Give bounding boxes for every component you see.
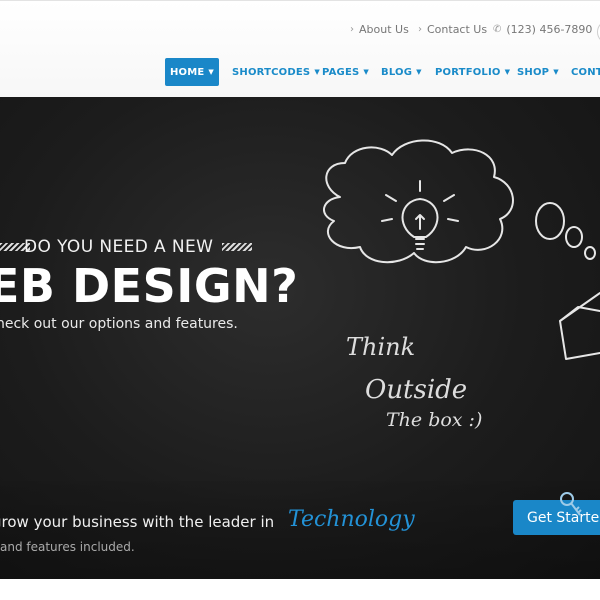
- thought-bubble-large: [535, 202, 565, 240]
- nav-label: HOME: [169, 66, 205, 78]
- cta-highlight: Technology: [288, 507, 415, 532]
- thought-bubble-medium: [565, 226, 583, 248]
- site-header: › About Us › Contact Us ✆ (123) 456-7890…: [0, 0, 600, 98]
- nav-label: SHORTCODES: [232, 66, 311, 78]
- hero-title-small-text: DO YOU NEED A NEW: [24, 237, 214, 257]
- nav-item-shortcodes[interactable]: SHORTCODES ▼: [232, 58, 320, 86]
- caret-down-icon: ▼: [504, 68, 511, 76]
- caret-down-icon: ▼: [416, 68, 422, 76]
- top-bar: › About Us › Contact Us ✆ (123) 456-7890: [340, 20, 600, 44]
- nav-label: PORTFOLIO: [435, 66, 501, 78]
- main-nav: HOME ▼ SHORTCODES ▼ PAGES ▼ BLOG ▼ PORTF…: [0, 58, 600, 86]
- caret-down-icon: ▼: [553, 68, 559, 76]
- nav-label: CONTA: [571, 66, 600, 78]
- cta-bar: grow your business with the leader in Te…: [0, 481, 600, 579]
- hero-subtitle: heck out our options and features.: [0, 316, 238, 332]
- nav-label: SHOP: [517, 66, 550, 78]
- nav-label: BLOG: [381, 66, 413, 78]
- thought-bubble-small: [584, 246, 596, 260]
- nav-label: PAGES: [322, 66, 360, 78]
- nav-item-home[interactable]: HOME ▼: [165, 58, 219, 86]
- about-us-label: About Us: [359, 23, 409, 36]
- about-us-link[interactable]: › About Us: [350, 23, 409, 36]
- nav-item-pages[interactable]: PAGES ▼: [322, 58, 369, 86]
- nav-item-shop[interactable]: SHOP ▼: [517, 58, 559, 86]
- chalk-text-outside: Outside: [365, 375, 468, 405]
- nav-item-blog[interactable]: BLOG ▼: [381, 58, 422, 86]
- hero-title-small: DO YOU NEED A NEW: [0, 237, 300, 261]
- chevron-right-icon: ›: [418, 24, 422, 35]
- chevron-right-icon: ›: [350, 24, 354, 35]
- light-bulb-icon: [381, 180, 459, 250]
- stripe-decoration: [222, 243, 252, 251]
- phone-info: ✆ (123) 456-7890: [493, 23, 592, 36]
- chalk-text-the-box: The box :): [386, 409, 483, 431]
- caret-down-icon: ▼: [208, 68, 215, 76]
- hero-banner: DO YOU NEED A NEW EB DESIGN? heck out ou…: [0, 97, 600, 579]
- phone-number: (123) 456-7890: [506, 23, 593, 36]
- key-icon: [560, 492, 582, 516]
- caret-down-icon: ▼: [363, 68, 369, 76]
- contact-us-label: Contact Us: [427, 23, 488, 36]
- chalk-text-think: Think: [346, 333, 416, 361]
- cta-text: grow your business with the leader in: [0, 513, 275, 531]
- hero-title-big: EB DESIGN?: [0, 259, 299, 313]
- contact-us-link[interactable]: › Contact Us: [418, 23, 487, 36]
- nav-item-contact[interactable]: CONTA: [571, 58, 600, 86]
- phone-icon: ✆: [493, 24, 502, 35]
- chalk-box-icon: [559, 292, 600, 360]
- get-started-button[interactable]: Get Started: [513, 500, 600, 535]
- caret-down-icon: ▼: [314, 68, 320, 76]
- cta-subtext: and features included.: [0, 540, 135, 554]
- nav-item-portfolio[interactable]: PORTFOLIO ▼: [435, 58, 510, 86]
